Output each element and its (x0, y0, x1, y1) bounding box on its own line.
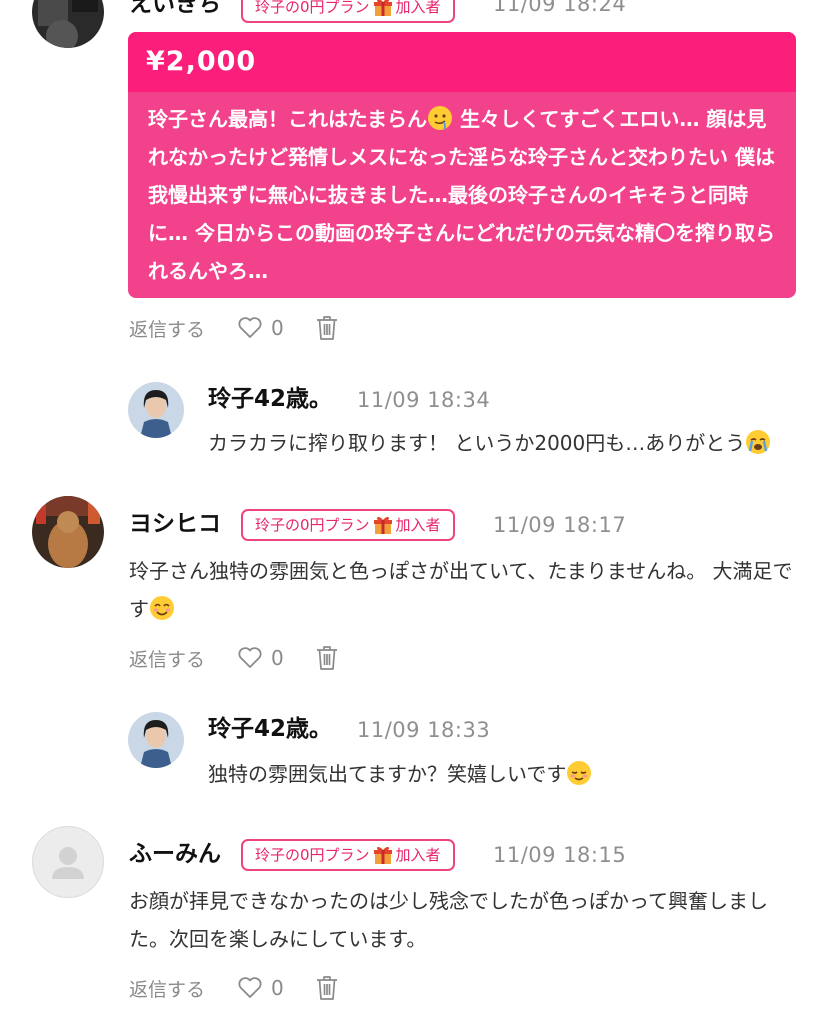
subscriber-badge: 玲子の0円プラン 加入者 (241, 839, 455, 871)
tip-amount: ¥2,000 (128, 32, 796, 92)
avatar-reiko[interactable] (128, 382, 184, 438)
heart-outline-icon (238, 647, 262, 668)
trash-icon (316, 976, 337, 1000)
badge-suffix-label: 加入者 (395, 0, 441, 16)
comment-timestamp: 11/09 18:24 (493, 0, 627, 16)
like-button[interactable]: 0 (237, 316, 284, 340)
reply-button[interactable]: 返信する (129, 645, 205, 672)
reply-timestamp: 11/09 18:34 (357, 388, 491, 412)
reply-button[interactable]: 返信する (129, 975, 205, 1002)
badge-plan-label: 玲子の0円プラン (255, 516, 370, 534)
gift-icon (373, 0, 392, 16)
subscriber-badge: 玲子の0円プラン 加入者 (241, 509, 455, 541)
avatar-fumin[interactable] (32, 826, 104, 898)
drooling-face-emoji-icon (428, 106, 452, 130)
avatar-photo-icon (128, 712, 184, 768)
tip-text-part-2: 生々しくてすごくエロい… 顔は見れなかったけど発情しメスになった淫らな玲子さんと… (148, 107, 775, 283)
delete-button[interactable] (316, 645, 338, 671)
reply-button[interactable]: 返信する (129, 315, 205, 342)
gift-icon (373, 846, 392, 864)
reply-text-content: カラカラに搾り取ります！ というか2000円も…ありがとう (208, 431, 746, 455)
like-count: 0 (271, 316, 284, 340)
crying-face-emoji-icon (746, 430, 771, 454)
heart-outline-icon (238, 317, 262, 338)
reply-timestamp: 11/09 18:33 (357, 718, 491, 742)
tip-comment-card: ¥2,000 玲子さん最高！これはたまらん 生々しくてすごくエロい… 顔は見れな… (128, 32, 796, 298)
reply-author-name[interactable]: 玲子42歳。 (208, 388, 332, 411)
relieved-face-emoji-icon (567, 761, 592, 785)
reply-author-name[interactable]: 玲子42歳。 (208, 718, 332, 741)
comment-actions: 返信する 0 (129, 642, 338, 674)
subscriber-badge: 玲子の0円プラン 加入者 (241, 0, 455, 23)
badge-suffix-label: 加入者 (395, 846, 441, 864)
avatar-photo-icon (32, 0, 104, 48)
commenter-name[interactable]: ふーみん (129, 843, 221, 866)
commenter-name[interactable]: ヨシヒコ (129, 513, 221, 536)
tip-text-part-1: 玲子さん最高！これはたまらん (148, 107, 427, 131)
tip-comment-text: 玲子さん最高！これはたまらん 生々しくてすごくエロい… 顔は見れなかったけど発情… (128, 92, 796, 290)
avatar-reiko[interactable] (128, 712, 184, 768)
badge-plan-label: 玲子の0円プラン (255, 846, 370, 864)
delete-button[interactable] (316, 975, 338, 1001)
trash-icon (316, 646, 337, 670)
delete-button[interactable] (316, 315, 338, 341)
comment-actions: 返信する 0 (129, 312, 338, 344)
avatar-photo-icon (32, 496, 104, 568)
default-user-icon (52, 847, 84, 879)
gift-icon (373, 516, 392, 534)
comment-timestamp: 11/09 18:17 (493, 513, 627, 537)
like-count: 0 (271, 646, 284, 670)
like-count: 0 (271, 976, 284, 1000)
reply-text: 独特の雰囲気出てますか？笑嬉しいです (208, 755, 808, 793)
like-button[interactable]: 0 (237, 646, 284, 670)
trash-icon (316, 316, 337, 340)
reply-text: カラカラに搾り取ります！ というか2000円も…ありがとう (208, 424, 808, 462)
comment-timestamp: 11/09 18:15 (493, 843, 627, 867)
like-button[interactable]: 0 (237, 976, 284, 1000)
comment-text: 玲子さん独特の雰囲気と色っぽさが出ていて、たまりませんね。 大満足です (129, 552, 799, 628)
badge-suffix-label: 加入者 (395, 516, 441, 534)
heart-outline-icon (238, 977, 262, 998)
comment-actions: 返信する 0 (129, 972, 338, 1004)
avatar-yoshihiko[interactable] (32, 496, 104, 568)
commenter-name[interactable]: えいきち (129, 0, 221, 16)
avatar-eikichi[interactable] (32, 0, 104, 48)
avatar-photo-icon (128, 382, 184, 438)
comment-text-content: 玲子さん独特の雰囲気と色っぽさが出ていて、たまりませんね。 大満足です (129, 559, 793, 621)
badge-plan-label: 玲子の0円プラン (255, 0, 370, 16)
comment-text: お顔が拝見できなかったのは少し残念でしたが色っぽかって興奮しました。次回を楽しみ… (129, 889, 768, 951)
reply-text-content: 独特の雰囲気出てますか？笑嬉しいです (208, 762, 567, 786)
smiling-face-emoji-icon (150, 596, 174, 620)
